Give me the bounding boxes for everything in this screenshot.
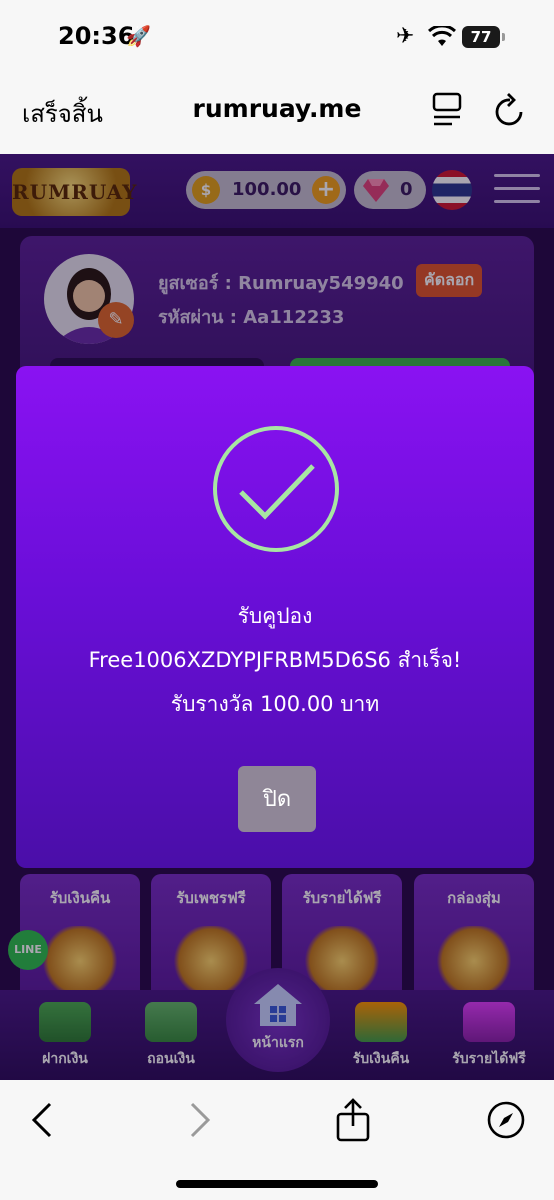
status-bar: 20:36 🚀 ✈ 77	[0, 0, 554, 72]
modal-coupon-code: Free1006XZDYPJFRBM5D6S6 สำเร็จ!	[88, 648, 462, 672]
website-viewport: RUMRUAY $ 100.00 + 0 ✎ ยูสเซอร์ : Rumrua…	[0, 154, 554, 1080]
url-label[interactable]: rumruay.me	[0, 94, 554, 123]
wifi-icon	[428, 26, 456, 46]
home-indicator	[176, 1180, 378, 1188]
battery-indicator: 77	[462, 26, 505, 48]
browser-top-bar: เสร็จสิ้น rumruay.me	[0, 72, 554, 154]
reader-mode-icon[interactable]	[432, 92, 464, 128]
rocket-icon: 🚀	[126, 24, 151, 48]
modal-reward: รับรางวัล 100.00 บาท	[170, 692, 380, 716]
airplane-icon: ✈	[396, 24, 415, 49]
close-button[interactable]: ปิด	[238, 766, 316, 832]
reload-icon[interactable]	[494, 90, 526, 128]
status-time: 20:36	[58, 22, 135, 50]
back-icon[interactable]	[28, 1100, 56, 1140]
success-check-icon	[213, 426, 339, 552]
modal-title: รับคูปอง	[237, 604, 313, 628]
compass-icon[interactable]	[486, 1100, 526, 1140]
coupon-success-modal: รับคูปอง Free1006XZDYPJFRBM5D6S6 สำเร็จ!…	[16, 366, 534, 868]
browser-bottom-bar	[0, 1080, 554, 1200]
forward-icon[interactable]	[186, 1100, 214, 1140]
share-icon[interactable]	[334, 1098, 372, 1144]
